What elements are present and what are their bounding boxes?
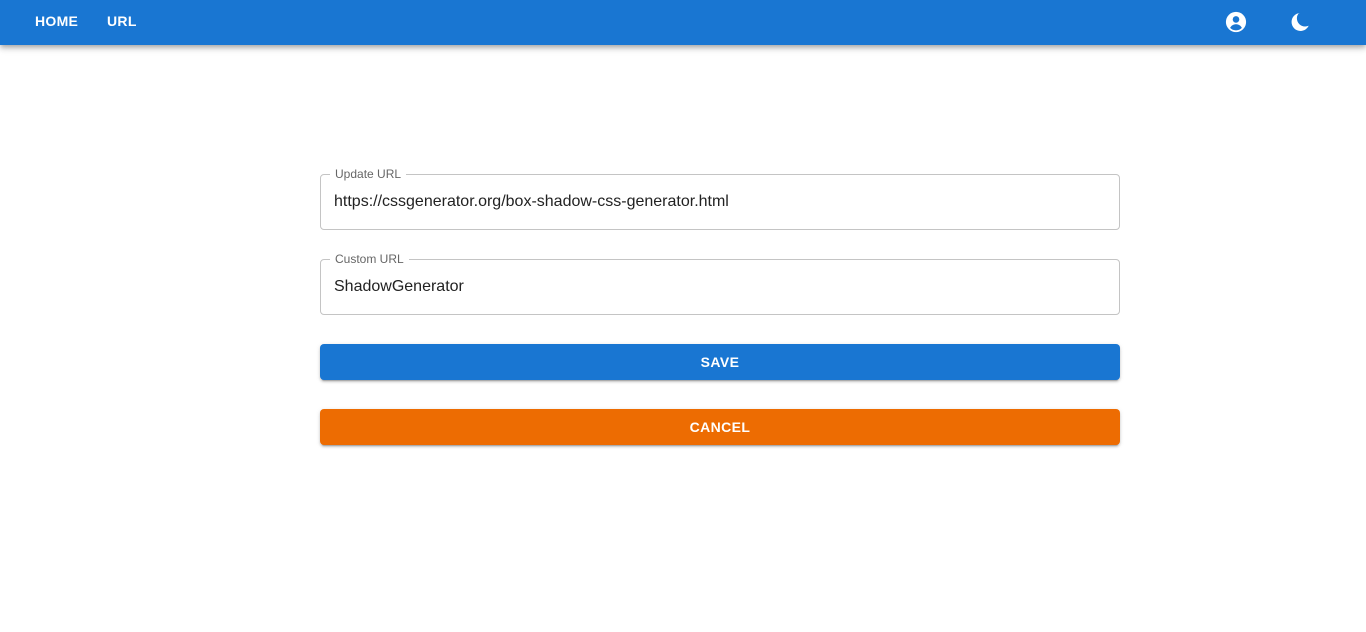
nav-url-link[interactable]: URL (107, 0, 137, 45)
cancel-button[interactable]: CANCEL (320, 409, 1120, 445)
custom-url-input[interactable] (334, 260, 1104, 314)
update-url-input[interactable] (334, 175, 1104, 229)
moon-icon (1291, 13, 1309, 31)
dark-mode-toggle[interactable] (1288, 10, 1312, 34)
custom-url-field: Custom URL (320, 251, 1120, 315)
account-icon[interactable] (1224, 10, 1248, 34)
update-url-field: Update URL (320, 166, 1120, 230)
app-bar: HOME URL (0, 0, 1366, 45)
account-circle-icon (1225, 11, 1247, 33)
nav-home-link[interactable]: HOME (35, 0, 78, 45)
save-button[interactable]: SAVE (320, 344, 1120, 380)
